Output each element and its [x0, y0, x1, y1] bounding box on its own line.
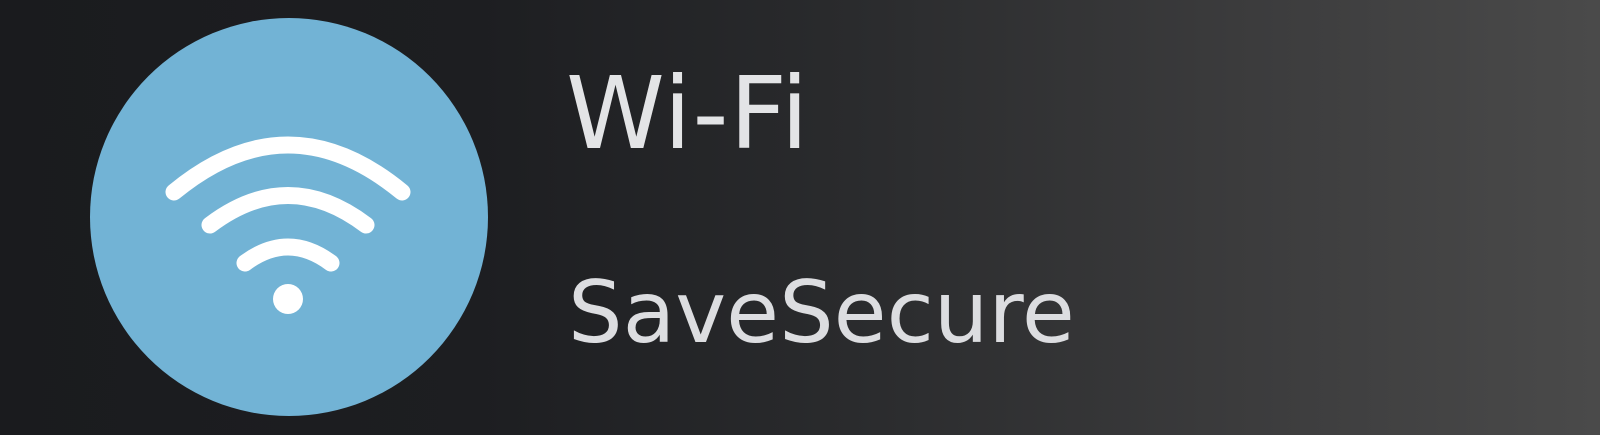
- network-name: SaveSecure: [568, 263, 1075, 363]
- tile-title: Wi-Fi: [566, 55, 810, 172]
- wifi-toggle-button[interactable]: [90, 18, 488, 416]
- wifi-icon: [165, 136, 411, 314]
- wifi-quick-settings-tile[interactable]: Wi-Fi SaveSecure: [0, 0, 1600, 435]
